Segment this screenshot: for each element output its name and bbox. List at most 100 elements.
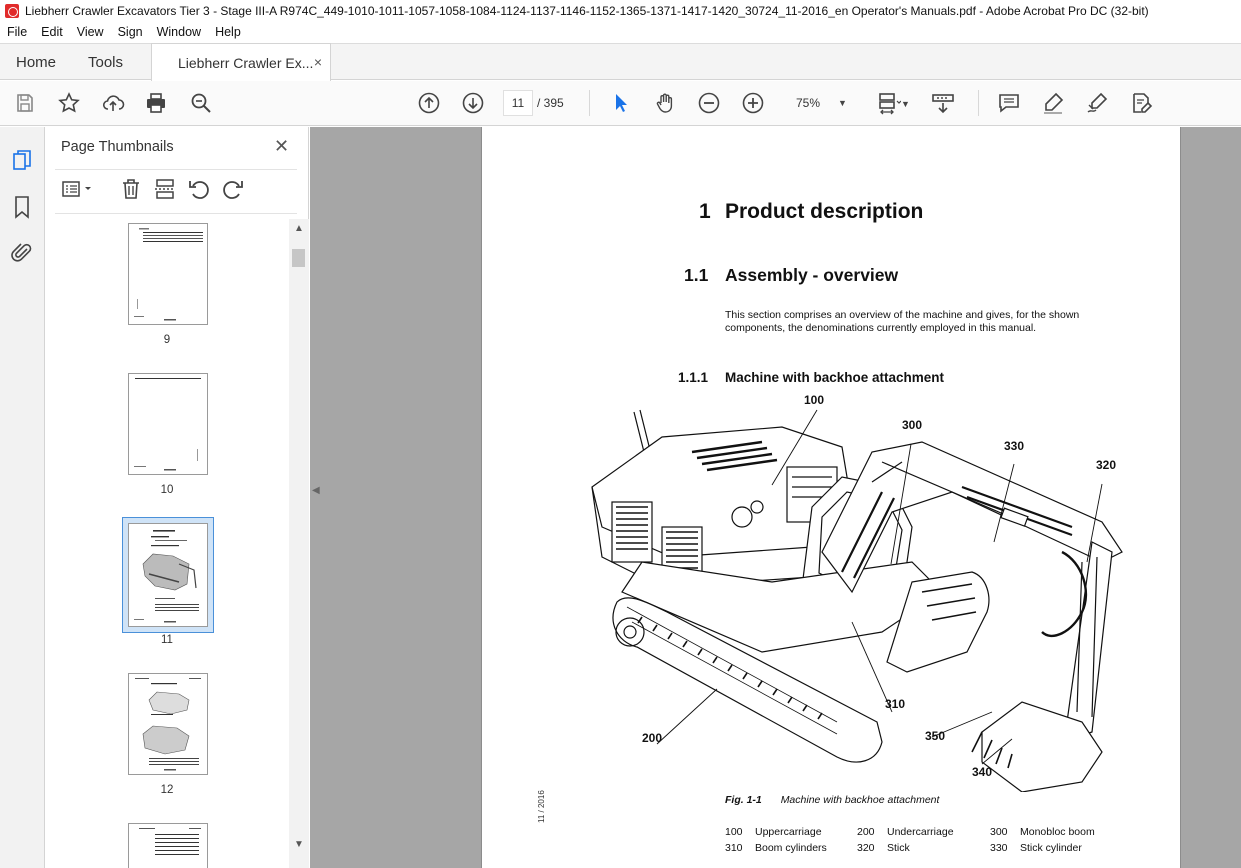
thumbnail-label: 9 (163, 334, 171, 346)
menu-edit[interactable]: Edit (34, 25, 70, 39)
sign-icon[interactable] (1084, 90, 1110, 116)
zoom-value: 75% (796, 96, 821, 110)
share-upload-icon[interactable] (100, 90, 126, 116)
menu-file[interactable]: File (0, 25, 34, 39)
navigation-rail (0, 127, 45, 868)
page-thumbnails-icon[interactable] (10, 149, 34, 173)
callout-label: 340 (972, 765, 993, 779)
toolbar-separator (589, 90, 590, 116)
menu-sign[interactable]: Sign (111, 25, 150, 39)
scrollbar-thumb[interactable] (292, 249, 305, 267)
callout-label: 310 (885, 697, 906, 711)
legend-row: 100 Uppercarriage 200 Undercarriage 300 Mon… (725, 826, 1125, 842)
title-bar: Liebherr Crawler Excavators Tier 3 - Sta… (0, 0, 1241, 22)
attachment-icon[interactable] (10, 241, 34, 265)
legend-item: 100 Uppercarriage (725, 826, 822, 838)
heading-2-text: Assembly - overview (725, 265, 899, 285)
find-zoom-icon[interactable] (188, 90, 214, 116)
chevron-down-icon: ▼ (838, 98, 847, 108)
hand-icon[interactable] (652, 90, 678, 116)
delete-page-icon[interactable] (119, 177, 143, 201)
options-menu-icon[interactable] (61, 177, 91, 201)
thumbnails-panel: Page Thumbnails ✕ 9 10 11 12 ▲ ▼ (45, 127, 309, 868)
next-page-icon[interactable] (460, 90, 486, 116)
save-icon[interactable] (12, 90, 38, 116)
zoom-dropdown[interactable]: 75% ▼ (786, 90, 856, 116)
heading-1-number: 1 (699, 200, 711, 223)
zoom-out-icon[interactable] (696, 90, 722, 116)
comment-icon[interactable] (996, 90, 1022, 116)
legend-item: 200 Undercarriage (857, 826, 954, 838)
previous-page-icon[interactable] (416, 90, 442, 116)
legend-row: 310 Boom cylinders 320 Stick 330 Stick cyli… (725, 842, 1125, 858)
collapse-panel-icon[interactable]: ◀ (312, 485, 324, 501)
page-total: / 395 (537, 96, 564, 110)
thumbnail-scrollbar[interactable]: ▲ ▼ (289, 219, 309, 868)
main-toolbar (0, 81, 1241, 126)
thumbnail-label: 10 (160, 484, 174, 496)
thumbnail-list: 9 10 11 12 (45, 219, 289, 868)
toolbar-separator (978, 90, 979, 116)
thumbnail-page-9[interactable] (128, 223, 208, 325)
select-cursor-icon[interactable] (608, 90, 634, 116)
scroll-up-icon[interactable]: ▲ (294, 223, 304, 234)
menu-window[interactable]: Window (150, 25, 208, 39)
legend-item: 300 Monobloc boom (990, 826, 1095, 838)
menu-view[interactable]: View (70, 25, 111, 39)
page-number-input[interactable]: 11 (503, 90, 533, 116)
intro-paragraph: This section comprises an overview of th… (725, 309, 1080, 334)
highlight-pen-icon[interactable] (1040, 90, 1066, 116)
callout-label: 100 (804, 393, 825, 407)
chevron-down-icon[interactable]: ▼ (901, 99, 910, 109)
divider (55, 169, 297, 170)
tab-document[interactable]: Liebherr Crawler Ex... × (151, 43, 331, 81)
legend-item: 310 Boom cylinders (725, 842, 827, 854)
close-icon[interactable]: ✕ (274, 136, 289, 157)
thumbnail-label: 11 (161, 634, 173, 646)
divider (55, 213, 297, 214)
callout-label: 330 (1004, 439, 1025, 453)
callout-label: 350 (925, 729, 946, 743)
acrobat-app-icon (5, 4, 19, 18)
heading-1-text: Product description (725, 200, 924, 223)
tab-bar: Home Tools Liebherr Crawler Ex... × (0, 43, 1241, 81)
bookmark-icon[interactable] (10, 195, 34, 219)
extract-page-icon[interactable] (153, 177, 177, 201)
legend-item: 320 Stick (857, 842, 910, 854)
document-viewer: 1 Product description 1.1 Assembly - ove… (310, 127, 1241, 868)
heading-2-number: 1.1 (684, 265, 709, 285)
heading-3-text: Machine with backhoe attachment (725, 370, 945, 385)
window-title: Liebherr Crawler Excavators Tier 3 - Sta… (25, 4, 1149, 18)
thumbnail-page-13[interactable] (128, 823, 208, 868)
thumbnail-label: 12 (160, 784, 174, 796)
figure-caption: Fig. 1-1 Machine with backhoe attachment (725, 794, 939, 806)
zoom-in-icon[interactable] (740, 90, 766, 116)
callout-label: 300 (902, 418, 923, 432)
panel-title: Page Thumbnails (61, 139, 174, 155)
menu-help[interactable]: Help (208, 25, 248, 39)
tab-document-label: Liebherr Crawler Ex... (178, 54, 314, 71)
heading-3-number: 1.1.1 (678, 370, 709, 385)
tab-home[interactable]: Home (16, 54, 56, 71)
figure-number: Fig. 1-1 (725, 794, 762, 806)
star-icon[interactable] (56, 90, 82, 116)
component-legend: 100 Uppercarriage 200 Undercarriage 300 Mon… (725, 826, 1125, 858)
excavator-illustration: 100 300 330 320 310 200 350 340 (582, 392, 1132, 793)
tab-tools[interactable]: Tools (88, 54, 123, 71)
rotate-ccw-icon[interactable] (187, 177, 211, 201)
print-icon[interactable] (143, 90, 169, 116)
pdf-page: 1 Product description 1.1 Assembly - ove… (481, 127, 1181, 868)
menu-bar: File Edit View Sign Window Help (0, 22, 1241, 42)
figure-title: Machine with backhoe attachment (780, 794, 940, 806)
rotate-cw-icon[interactable] (221, 177, 245, 201)
thumbnail-page-10[interactable] (128, 373, 208, 475)
legend-item: 330 Stick cylinder (990, 842, 1082, 854)
close-tab-icon[interactable]: × (314, 54, 322, 70)
scroll-mode-icon[interactable] (930, 90, 956, 116)
thumbnail-page-11[interactable] (128, 523, 208, 627)
edit-pdf-icon[interactable] (1128, 90, 1154, 116)
thumbnail-tools (45, 175, 309, 205)
page-fit-icon[interactable] (876, 90, 902, 116)
thumbnail-page-12[interactable] (128, 673, 208, 775)
scroll-down-icon[interactable]: ▼ (294, 839, 304, 850)
